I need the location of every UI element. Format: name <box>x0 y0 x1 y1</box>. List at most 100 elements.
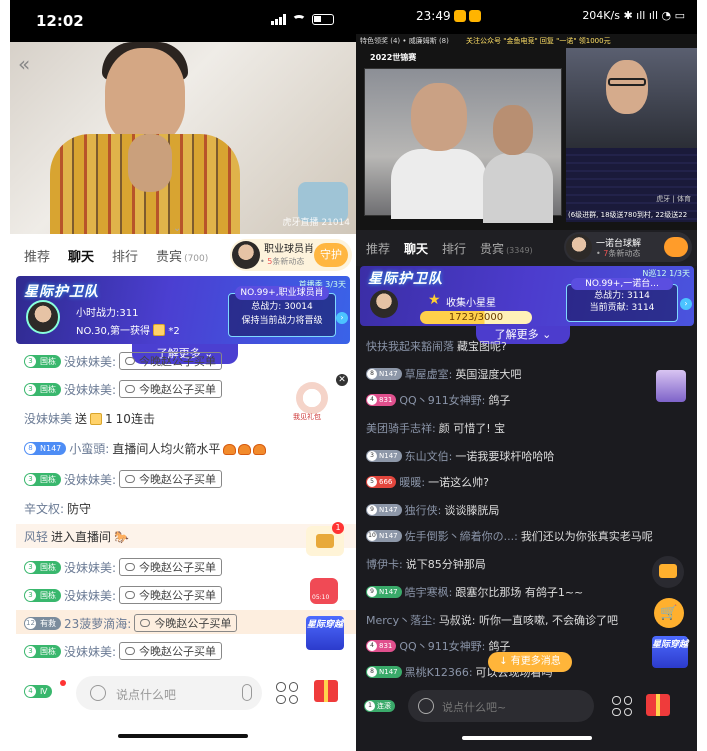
chat-username[interactable]: 美团骑手志祥: <box>366 420 436 436</box>
chat-username[interactable]: 没妹妹美: <box>64 381 116 398</box>
chat-username[interactable]: 辛文权: <box>24 500 64 517</box>
live-video[interactable]: 特色领奖 (4) • 威廉姆斯 (8) 关注公众号 "金鱼电竞" 回复 "一诺"… <box>356 34 697 230</box>
chat-username[interactable]: 快扶我起来豁闹落 <box>366 338 454 354</box>
emoji-icon[interactable] <box>90 685 106 701</box>
chat-username[interactable]: 东山文伯: <box>405 448 453 464</box>
anchor-card[interactable]: 一诺台球解 • 7条新动态 <box>564 232 692 262</box>
chat-username[interactable]: 没妹妹美 <box>24 410 72 427</box>
treasure-chest-icon[interactable] <box>652 556 684 588</box>
microphone-icon[interactable] <box>242 684 252 701</box>
chat-text: 颜 可惜了! 宝 <box>438 422 506 435</box>
chat-input[interactable]: 说点什么吧 <box>76 676 262 710</box>
gift-icon[interactable] <box>314 680 338 702</box>
emoji-icon[interactable] <box>418 698 434 714</box>
chat-quote: 今晚赵公子买单 <box>119 352 223 370</box>
star-travel-button[interactable]: 星际穿越 <box>306 616 344 650</box>
crown-icon[interactable] <box>664 237 688 257</box>
chat-message: N147草屋虚室:英国湿度大吧 <box>366 366 521 382</box>
chat-message: 国栋 没妹妹美: 今晚赵公子买单 <box>24 470 223 488</box>
guard-button[interactable]: 守护 <box>314 243 348 267</box>
chat-message: 快扶我起来豁闹落 藏宝图呢? <box>366 338 507 354</box>
tab-recommend[interactable]: 推荐 <box>366 240 390 257</box>
anchor-card[interactable]: 职业球员肖 • 5条新动态 守护 <box>230 239 352 271</box>
chat-placeholder: 说点什么吧~ <box>442 701 507 714</box>
tab-chat[interactable]: 聊天 <box>404 240 428 257</box>
star-icon: ★ <box>428 292 441 308</box>
fan-badge: 有救 <box>24 616 61 630</box>
chat-message: 有救 23菠萝滴海: 今晚赵公子买单 <box>24 614 238 632</box>
fan-badge: 国栋 <box>24 644 61 658</box>
tab-vip[interactable]: 贵宾 (3349) <box>480 240 533 257</box>
star-guard-banner[interactable]: 星际护卫队 N巡12 1/3天 ★ 收集小星星 1723/3000 NO.99+… <box>360 266 694 326</box>
chat-message: 国栋 没妹妹美: 今晚赵公子买单 <box>24 352 223 370</box>
rank-title: NO.99+,职业球员肖 <box>235 286 329 300</box>
user-level-badge[interactable]: 连滚 <box>364 700 395 712</box>
tab-ranking[interactable]: 排行 <box>112 246 138 265</box>
chat-username[interactable]: 佐手倒影丶締着你の...: <box>405 528 518 544</box>
close-icon[interactable]: ✕ <box>336 374 348 386</box>
chat-username[interactable]: QQ丶911女神野: <box>399 392 485 408</box>
chat-username[interactable]: 没妹妹美: <box>64 471 116 488</box>
back-chevron-icon[interactable]: « <box>18 52 30 76</box>
banner-avatar <box>370 290 398 318</box>
tab-chat[interactable]: 聊天 <box>68 246 94 265</box>
chat-username[interactable]: 草屋虚室: <box>405 366 453 382</box>
chat-input[interactable]: 说点什么吧~ <box>408 690 594 722</box>
gift-icon <box>153 324 166 336</box>
chat-quote: 今晚赵公子买单 <box>119 586 223 604</box>
gift-icon[interactable] <box>646 694 670 716</box>
user-level-badge[interactable]: Ⅳ <box>24 685 53 698</box>
chat-quote: 今晚赵公子买单 <box>134 614 238 632</box>
collapse-chevron-icon[interactable]: ⌄ <box>173 223 181 234</box>
notification-icon <box>453 10 466 22</box>
event-avatar-icon[interactable] <box>656 370 686 402</box>
chat-username[interactable]: QQ丶911女神野: <box>399 638 485 654</box>
chat-message: 国栋 没妹妹美: 今晚赵公子买单 <box>24 642 223 660</box>
chevron-right-icon[interactable]: › <box>336 312 348 324</box>
anchor-avatar <box>232 241 260 269</box>
chat-username[interactable]: 皓宇寒枫: <box>405 584 453 600</box>
red-envelope-icon[interactable]: 05:10 <box>310 578 338 604</box>
anchor-name: 职业球员肖 <box>264 244 314 255</box>
more-apps-icon[interactable] <box>276 682 298 704</box>
chat-message: 国栋 没妹妹美: 今晚赵公子买单 <box>24 380 223 398</box>
chat-username[interactable]: 博伊卡: <box>366 556 403 572</box>
chat-placeholder: 说点什么吧 <box>116 688 177 702</box>
chat-message: 辛文权: 防守 <box>24 500 91 517</box>
emoji-icon <box>223 442 268 456</box>
chat-username[interactable]: 暖暖: <box>399 474 425 490</box>
live-video[interactable]: « 虎牙直播 21014 ⌄ <box>10 42 356 234</box>
event-logo: 2022世锦赛 <box>370 53 417 62</box>
chat-username[interactable]: 黑桃K12366: <box>405 664 473 680</box>
collect-progress: 1723/3000 <box>420 311 532 324</box>
chat-username[interactable]: 没妹妹美: <box>64 587 116 604</box>
signal-icon <box>271 14 286 25</box>
chat-username[interactable]: 没妹妹美: <box>64 353 116 370</box>
chat-message: 国栋 没妹妹美: 今晚赵公子买单 <box>24 558 223 576</box>
gift-pack-icon[interactable]: 我见礼包 <box>293 382 328 421</box>
more-apps-icon[interactable] <box>612 696 632 716</box>
chat-username[interactable]: 风轻 <box>24 528 48 545</box>
chevron-right-icon[interactable]: › <box>680 298 692 310</box>
tab-ranking[interactable]: 排行 <box>442 240 466 257</box>
treasure-chest-icon[interactable]: 1 <box>306 522 344 556</box>
chat-username[interactable]: 23菠萝滴海: <box>64 615 131 632</box>
chat-username[interactable]: Mercy丶落尘: <box>366 612 436 628</box>
chat-username[interactable]: 没妹妹美: <box>64 559 116 576</box>
chat-tabs: 推荐 聊天 排行 贵宾 (3349) 一诺台球解 • 7条新动态 <box>356 230 697 266</box>
anchor-updates: • 7条新动态 <box>596 249 641 258</box>
chat-username[interactable]: 没妹妹美: <box>64 643 116 660</box>
video-caption: 特色领奖 (4) • 威廉姆斯 (8) <box>360 37 449 45</box>
banner-logo: 星际护卫队 <box>24 284 99 300</box>
star-travel-button[interactable]: 星际穿越 <box>652 636 688 668</box>
chat-username[interactable]: 小蛮頭: <box>69 440 109 457</box>
rank-title: NO.99+,一诺台... <box>571 278 673 290</box>
fan-badge: N147 <box>24 442 67 455</box>
chat-username[interactable]: 独行侠: <box>405 502 442 518</box>
tab-recommend[interactable]: 推荐 <box>24 246 50 265</box>
status-network: 204K/s ✱ ıll ıll ◔ ▭ <box>582 9 685 22</box>
tab-vip[interactable]: 贵宾 (700) <box>156 246 208 265</box>
shopping-cart-icon[interactable]: 🛒 <box>654 598 684 628</box>
star-guard-banner[interactable]: 星际护卫队 首播季 3/3天 小时战力:311 NO.30,第一获得 *2 NO… <box>16 276 350 344</box>
new-messages-button[interactable]: ↓ 有更多消息 <box>488 652 572 672</box>
